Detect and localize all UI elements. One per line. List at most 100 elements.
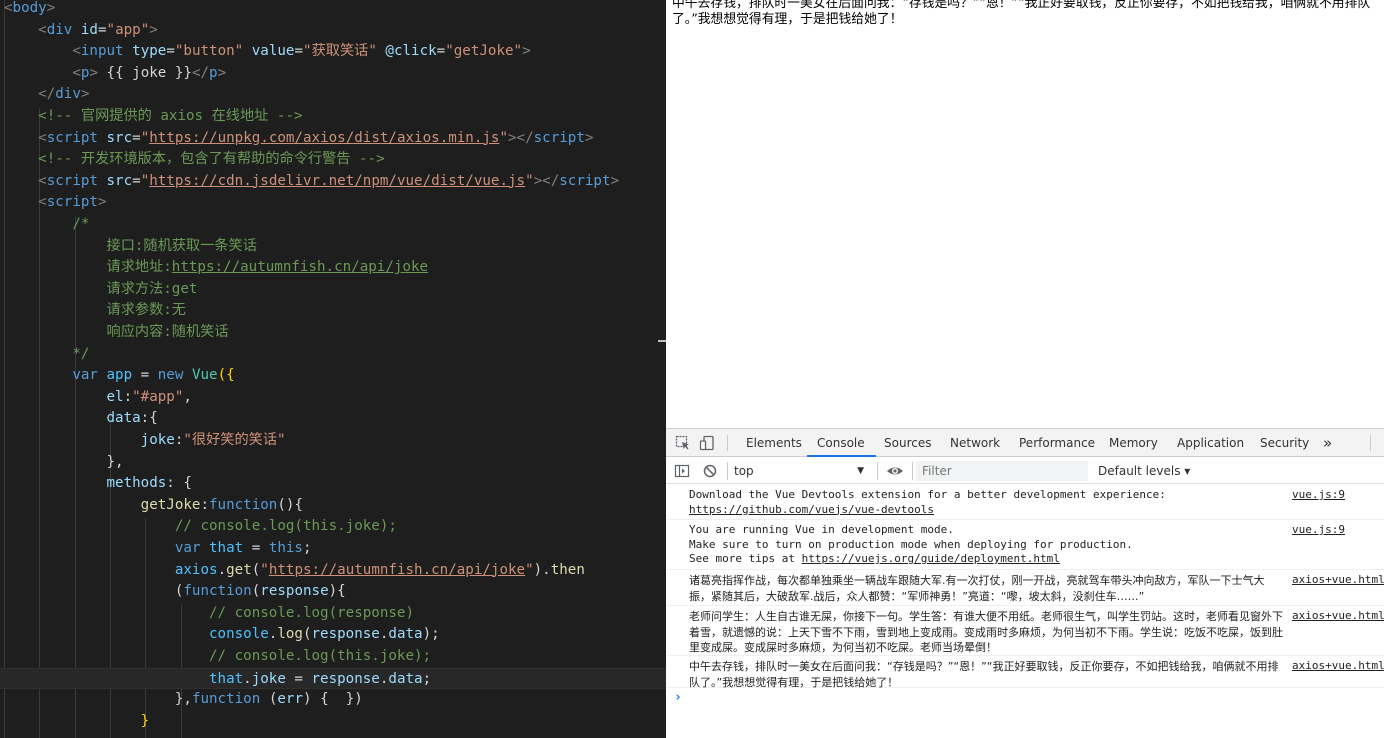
code-editor[interactable]: <body> <div id="app"> <input type="butto… (0, 0, 666, 738)
code-line[interactable]: <body> (0, 0, 666, 20)
console-filter-input[interactable] (916, 461, 1088, 481)
code-line[interactable]: 请求参数:无 (0, 300, 666, 322)
clear-console-icon[interactable] (702, 463, 718, 479)
code-token: ( (302, 626, 312, 643)
code-line[interactable]: /* (0, 214, 666, 236)
tab-divider (727, 435, 728, 451)
console-prompt-icon[interactable]: › (674, 690, 682, 705)
code-line[interactable]: <div id="app"> (0, 20, 666, 42)
code-line[interactable]: <!-- 开发环境版本，包含了有帮助的命令行警告 --> (0, 149, 666, 171)
context-selector[interactable]: top ▼ (734, 461, 870, 481)
code-token: */ (72, 345, 90, 362)
code-line[interactable]: </div> (0, 84, 666, 106)
inspect-element-icon[interactable] (675, 435, 691, 451)
code-token: div (46, 21, 73, 38)
code-line[interactable]: 响应内容:随机笑话 (0, 322, 666, 344)
code-line[interactable]: */ (0, 344, 666, 366)
code-token: > (610, 172, 620, 189)
code-line[interactable]: }, (0, 452, 666, 474)
code-line[interactable]: } (0, 711, 666, 733)
code-line[interactable]: <p> {{ joke }}</p> (0, 63, 666, 85)
code-token: that (209, 670, 244, 687)
code-token: response (311, 670, 380, 687)
rendered-page: 中午去存钱，排队时一美女在后面问我：“存钱是吗？”“恩！”“我正好要取钱，反正你… (666, 0, 1384, 428)
code-token: " (140, 172, 150, 189)
source-link[interactable]: axios+vue.html (1292, 573, 1384, 586)
console-message: You are running Vue in development mode.… (666, 520, 1384, 570)
code-token: el (106, 388, 124, 405)
tab-memory[interactable]: Memory (1107, 429, 1160, 457)
code-token: "app" (106, 21, 150, 38)
tab-console[interactable]: Console (807, 429, 876, 457)
code-token: ( (260, 691, 278, 708)
code-token: = (97, 21, 107, 38)
code-token: = (436, 43, 446, 60)
scrollbar-marker (658, 340, 666, 342)
code-token: then (550, 561, 585, 578)
message-link[interactable]: https://github.com/vuejs/vue-devtools (689, 503, 934, 516)
code-line[interactable]: 接口:随机获取一条笑话 (0, 236, 666, 258)
code-token: ) { }) (303, 691, 363, 708)
source-link[interactable]: vue.js:9 (1292, 488, 1345, 501)
code-line[interactable]: },function (err) { }) (0, 689, 666, 711)
live-expression-eye-icon[interactable] (886, 463, 903, 479)
code-line[interactable]: getJoke:function(){ (0, 495, 666, 517)
code-line[interactable]: console.log(response.data); (0, 624, 666, 646)
code-line[interactable]: <input type="button" value="获取笑话" @click… (0, 41, 666, 63)
code-line[interactable]: // console.log(response) (0, 603, 666, 625)
code-line[interactable]: // console.log(this.joke); (0, 646, 666, 668)
tab-performance[interactable]: Performance (1017, 429, 1097, 457)
code-line[interactable]: <!-- 官网提供的 axios 在线地址 --> (0, 106, 666, 128)
code-line[interactable]: el:"#app", (0, 387, 666, 409)
code-line[interactable]: var that = this; (0, 538, 666, 560)
code-token: function (183, 583, 252, 600)
code-line[interactable]: 请求地址:https://autumnfish.cn/api/joke (0, 257, 666, 279)
code-token: : (123, 388, 133, 405)
code-token: ( (251, 561, 261, 578)
code-token: get (226, 561, 252, 578)
code-token: = (243, 540, 269, 556)
code-line[interactable]: // console.log(this.joke); (0, 516, 666, 538)
code-line[interactable]: methods: { (0, 473, 666, 495)
code-line[interactable]: data:{ (0, 408, 666, 430)
log-levels-dropdown[interactable]: Default levels ▾ (1098, 461, 1190, 481)
tab-elements[interactable]: Elements (744, 429, 804, 457)
code-token: data (388, 626, 423, 643)
code-token: ></ (533, 172, 560, 189)
code-line[interactable]: joke:"很好笑的笑话" (0, 430, 666, 452)
code-token: script (46, 129, 98, 146)
device-toolbar-icon[interactable] (699, 435, 715, 451)
tab-sources[interactable]: Sources (882, 429, 933, 457)
code-line[interactable]: <script src="https://cdn.jsdelivr.net/np… (0, 171, 666, 193)
code-token: 接口:随机获取一条笑话 (106, 237, 257, 254)
code-line[interactable]: (function(response){ (0, 581, 666, 603)
code-line[interactable]: <script src="https://unpkg.com/axios/dis… (0, 128, 666, 150)
code-line[interactable]: axios.get("https://autumnfish.cn/api/jok… (0, 560, 666, 582)
code-token: ({ (217, 367, 235, 384)
code-token: < (4, 0, 13, 16)
code-token: input (80, 43, 124, 60)
tab-security[interactable]: Security (1258, 429, 1311, 457)
tab-network[interactable]: Network (948, 429, 1002, 457)
more-tabs-chevron-icon[interactable]: » (1321, 429, 1334, 457)
code-line[interactable]: 请求方法:get (0, 279, 666, 301)
code-line[interactable]: that.joke = response.data; (0, 667, 666, 690)
source-link[interactable]: vue.js:9 (1292, 523, 1345, 536)
code-line[interactable]: <script> (0, 192, 666, 214)
show-sidebar-icon[interactable] (674, 463, 690, 479)
source-link[interactable]: axios+vue.html (1292, 659, 1384, 672)
code-line[interactable]: var app = new Vue({ (0, 365, 666, 387)
code-token: // console.log(this.joke); (209, 648, 432, 664)
console-toolbar: top ▼ Default levels ▾ (666, 458, 1384, 484)
message-link[interactable]: https://vuejs.org/guide/deployment.html (802, 552, 1060, 565)
message-text: 老师问学生：人生自古谁无屎，你接下一句。学生答：有谁大便不用纸。老师很生气，叫学… (689, 610, 1283, 654)
source-link[interactable]: axios+vue.html (1292, 609, 1384, 622)
tab-application[interactable]: Application (1175, 429, 1246, 457)
code-token: ){ (328, 583, 346, 600)
